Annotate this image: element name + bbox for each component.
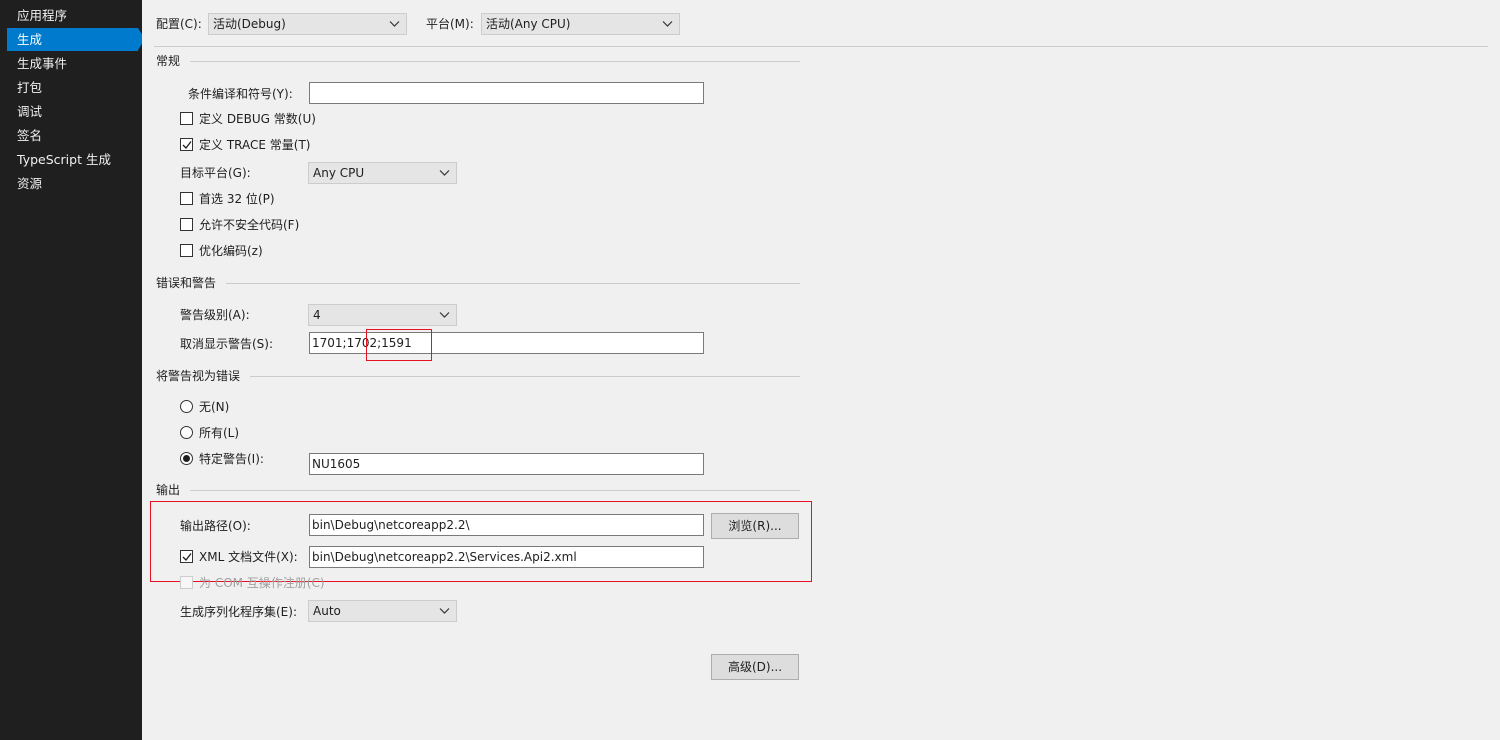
define-trace-label: 定义 TRACE 常量(T)	[199, 138, 311, 152]
sidebar-item-build[interactable]: 生成	[7, 28, 145, 51]
specific-warnings-input[interactable]: NU1605	[309, 453, 704, 475]
sidebar-item-signing[interactable]: 签名	[7, 124, 138, 147]
target-platform-value: Any CPU	[313, 166, 365, 180]
define-trace-checkbox[interactable]	[180, 138, 193, 151]
serialization-label: 生成序列化程序集(E):	[180, 605, 297, 619]
platform-select[interactable]: 活动(Any CPU)	[481, 13, 680, 35]
conditional-symbols-input[interactable]	[309, 82, 704, 104]
section-title-errors: 错误和警告	[156, 276, 217, 290]
prefer32-checkbox[interactable]	[180, 192, 193, 205]
radio-selected-dot	[183, 455, 190, 462]
header-divider	[154, 46, 1488, 47]
chevron-down-icon	[439, 312, 450, 318]
sidebar-item-debug[interactable]: 调试	[7, 100, 138, 123]
section-divider	[226, 283, 800, 284]
xml-doc-label: XML 文档文件(X):	[199, 550, 298, 564]
treat-specific-label: 特定警告(I):	[199, 452, 264, 466]
com-interop-checkbox	[180, 576, 193, 589]
sidebar-item-build-events[interactable]: 生成事件	[7, 52, 138, 75]
output-path-input[interactable]: bin\Debug\netcoreapp2.2\	[309, 514, 704, 536]
advanced-button[interactable]: 高级(D)...	[711, 654, 799, 680]
define-debug-checkbox[interactable]	[180, 112, 193, 125]
treat-specific-radio[interactable]	[180, 452, 193, 465]
treat-none-radio[interactable]	[180, 400, 193, 413]
build-properties-panel: 配置(C): 活动(Debug) 平台(M): 活动(Any CPU) 常规 条…	[142, 0, 1500, 740]
chevron-down-icon	[662, 21, 673, 27]
allow-unsafe-checkbox[interactable]	[180, 218, 193, 231]
section-title-output: 输出	[156, 483, 181, 497]
xml-doc-input[interactable]: bin\Debug\netcoreapp2.2\Services.Api2.xm…	[309, 546, 704, 568]
allow-unsafe-label: 允许不安全代码(F)	[199, 218, 300, 232]
chevron-down-icon	[439, 170, 450, 176]
xml-doc-checkbox[interactable]	[180, 550, 193, 563]
treat-none-label: 无(N)	[199, 400, 230, 414]
serialization-select[interactable]: Auto	[308, 600, 457, 622]
browse-button[interactable]: 浏览(R)...	[711, 513, 799, 539]
warning-level-value: 4	[313, 308, 321, 322]
sidebar-item-application[interactable]: 应用程序	[7, 4, 138, 27]
section-divider	[190, 61, 800, 62]
target-platform-select[interactable]: Any CPU	[308, 162, 457, 184]
config-select[interactable]: 活动(Debug)	[208, 13, 407, 35]
target-platform-label: 目标平台(G):	[180, 166, 251, 180]
warning-level-select[interactable]: 4	[308, 304, 457, 326]
config-label: 配置(C):	[156, 17, 202, 31]
suppress-warnings-label: 取消显示警告(S):	[180, 337, 274, 351]
section-title-general: 常规	[156, 54, 181, 68]
treat-all-label: 所有(L)	[199, 426, 240, 440]
warning-level-label: 警告级别(A):	[180, 308, 250, 322]
chevron-down-icon	[439, 608, 450, 614]
section-divider	[190, 490, 800, 491]
sidebar: 应用程序 生成 生成事件 打包 调试 签名 TypeScript 生成 资源	[0, 0, 145, 740]
annotation-highlight-suppress	[366, 329, 432, 361]
sidebar-item-typescript-build[interactable]: TypeScript 生成	[7, 148, 138, 171]
treat-all-radio[interactable]	[180, 426, 193, 439]
section-divider	[250, 376, 800, 377]
optimize-label: 优化编码(z)	[199, 244, 263, 258]
sidebar-item-label: 生成	[17, 32, 43, 47]
section-title-treat-warnings: 将警告视为错误	[156, 369, 241, 383]
define-debug-label: 定义 DEBUG 常数(U)	[199, 112, 316, 126]
output-path-label: 输出路径(O):	[180, 519, 251, 533]
conditional-symbols-label: 条件编译和符号(Y):	[188, 87, 293, 101]
platform-select-value: 活动(Any CPU)	[486, 17, 571, 31]
checkmark-icon	[182, 141, 192, 149]
sidebar-item-resources[interactable]: 资源	[7, 172, 138, 195]
platform-label: 平台(M):	[426, 17, 474, 31]
com-interop-label: 为 COM 互操作注册(C)	[199, 576, 325, 590]
config-select-value: 活动(Debug)	[213, 17, 286, 31]
optimize-checkbox[interactable]	[180, 244, 193, 257]
prefer32-label: 首选 32 位(P)	[199, 192, 275, 206]
chevron-down-icon	[389, 21, 400, 27]
serialization-value: Auto	[313, 604, 341, 618]
checkmark-icon	[182, 553, 192, 561]
sidebar-item-package[interactable]: 打包	[7, 76, 138, 99]
